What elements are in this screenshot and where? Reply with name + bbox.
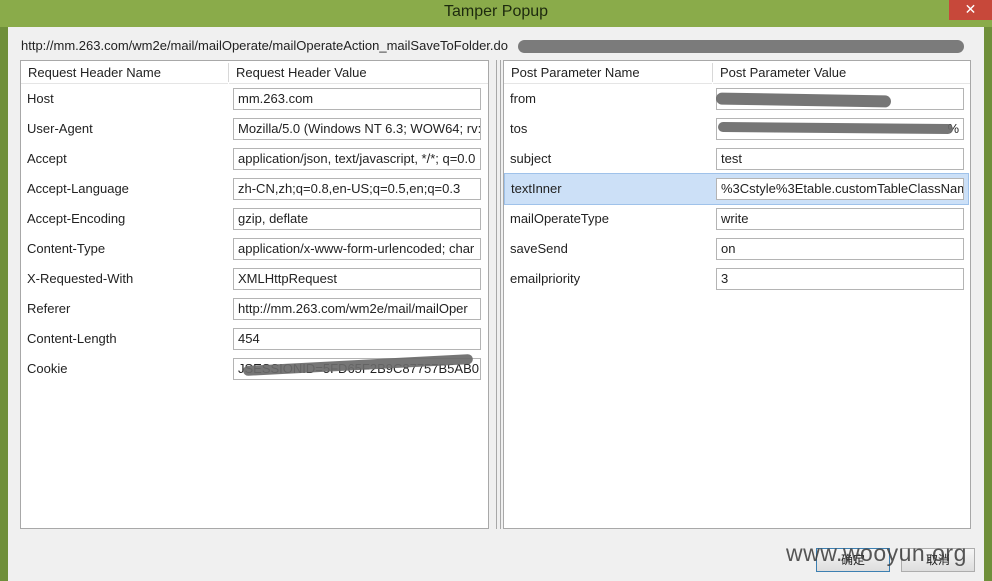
header-value-field[interactable]: application/json, text/javascript, */*; … — [233, 148, 481, 170]
header-value-field[interactable]: http://mm.263.com/wm2e/mail/mailOper — [233, 298, 481, 320]
table-row[interactable]: emailpriority 3 — [504, 264, 970, 294]
post-parameters-table[interactable]: Post Parameter Name Post Parameter Value… — [503, 60, 971, 529]
header-name: Content-Type — [27, 241, 106, 256]
header-name: X-Requested-With — [27, 271, 134, 286]
redaction-mark — [518, 40, 964, 53]
header-name: Cookie — [27, 361, 68, 376]
header-value-field[interactable]: 454 — [233, 328, 481, 350]
table-row[interactable]: Accept application/json, text/javascript… — [21, 144, 488, 174]
table-row[interactable]: Accept-Encoding gzip, deflate — [21, 204, 488, 234]
header-value-column[interactable]: Request Header Value — [229, 61, 488, 84]
header-name: Host — [27, 91, 54, 106]
table-row[interactable]: Content-Type application/x-www-form-urle… — [21, 234, 488, 264]
param-name-column[interactable]: Post Parameter Name — [504, 61, 712, 84]
redaction-mark — [717, 121, 954, 135]
table-row-selected[interactable]: textInner %3Cstyle%3Etable.customTableCl… — [504, 173, 969, 205]
table-row[interactable]: saveSend on — [504, 234, 970, 264]
header-value-field[interactable]: application/x-www-form-urlencoded; char — [233, 238, 481, 260]
table-row[interactable]: X-Requested-With XMLHttpRequest — [21, 264, 488, 294]
param-name: textInner — [511, 181, 562, 196]
header-value-field[interactable]: Mozilla/5.0 (Windows NT 6.3; WOW64; rv: — [233, 118, 481, 140]
param-name: saveSend — [510, 241, 568, 256]
param-name: emailpriority — [510, 271, 581, 286]
table-row[interactable]: mailOperateType write — [504, 204, 970, 234]
header-name: Accept-Language — [27, 181, 129, 196]
param-value-field[interactable]: %3Cstyle%3Etable.customTableClassName — [716, 178, 964, 200]
header-name-column[interactable]: Request Header Name — [21, 61, 228, 84]
param-value-column[interactable]: Post Parameter Value — [713, 61, 970, 84]
param-name: tos — [510, 121, 528, 136]
param-value-field[interactable]: 3 — [716, 268, 964, 290]
request-headers-table[interactable]: Request Header Name Request Header Value… — [20, 60, 489, 529]
table-row[interactable]: Host mm.263.com — [21, 84, 488, 114]
window-title: Tamper Popup — [443, 3, 549, 20]
close-button[interactable]: ✕ — [949, 0, 992, 20]
table-row[interactable]: Referer http://mm.263.com/wm2e/mail/mail… — [21, 294, 488, 324]
header-name: Accept — [27, 151, 67, 166]
panel-splitter[interactable] — [500, 60, 501, 529]
table-row[interactable]: Accept-Language zh-CN,zh;q=0.8,en-US;q=0… — [21, 174, 488, 204]
header-name: Accept-Encoding — [27, 211, 126, 226]
param-value-field[interactable]: on — [716, 238, 964, 260]
watermark: www.wooyun.org — [786, 540, 967, 566]
param-name: subject — [510, 151, 552, 166]
header-value-field[interactable]: gzip, deflate — [233, 208, 481, 230]
header-value-field[interactable]: mm.263.com — [233, 88, 481, 110]
header-value-field[interactable]: zh-CN,zh;q=0.8,en-US;q=0.5,en;q=0.3 — [233, 178, 481, 200]
param-value-field[interactable]: test — [716, 148, 964, 170]
header-value-field[interactable]: XMLHttpRequest — [233, 268, 481, 290]
header-name: Referer — [27, 301, 71, 316]
param-name: mailOperateType — [510, 211, 609, 226]
table-row[interactable]: Content-Length 454 — [21, 324, 488, 354]
panel-splitter[interactable] — [496, 60, 497, 529]
table-row[interactable]: subject test — [504, 144, 970, 174]
table-row[interactable]: User-Agent Mozilla/5.0 (Windows NT 6.3; … — [21, 114, 488, 144]
param-value-field[interactable]: write — [716, 208, 964, 230]
param-name: from — [510, 91, 536, 106]
header-name: Content-Length — [27, 331, 117, 346]
header-name: User-Agent — [27, 121, 93, 136]
